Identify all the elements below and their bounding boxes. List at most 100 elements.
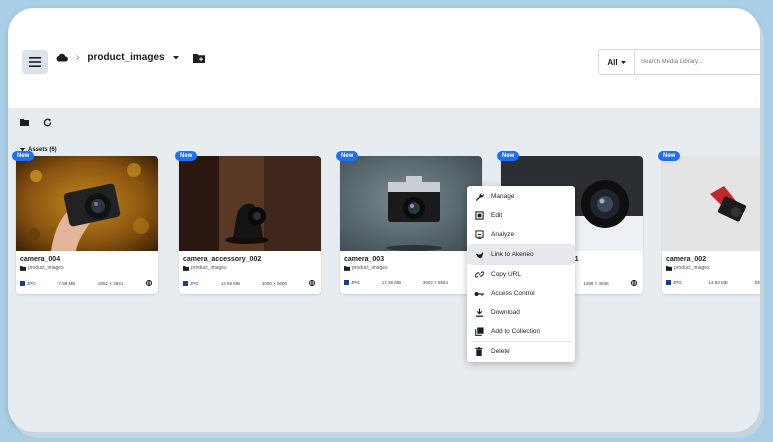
asset-folder-label: product_images xyxy=(674,265,710,271)
asset-thumbnail[interactable] xyxy=(16,156,158,251)
search-box: All xyxy=(598,49,760,75)
asset-meta: JPG 17.38 MB 3602 × 5554 xyxy=(344,280,476,285)
key-icon xyxy=(474,291,484,296)
asset-meta: JPG 14.93 MB 839 xyxy=(666,280,760,285)
menu-item-manage[interactable]: Manage xyxy=(467,187,575,206)
new-badge: New xyxy=(12,151,35,161)
menu-item-analyze[interactable]: Analyze xyxy=(467,225,575,244)
asset-folder-label: product_images xyxy=(28,265,64,271)
collection-icon xyxy=(474,327,484,336)
globe-icon[interactable] xyxy=(309,280,315,286)
menu-item-label: Analyze xyxy=(491,231,515,238)
asset-dimensions: 5051 × 3841 xyxy=(98,280,124,286)
asset-size: 14.88 MB xyxy=(220,280,240,286)
menu-item-label: Add to Collection xyxy=(491,328,541,335)
asset-format-label: JPG xyxy=(27,280,36,286)
folder-icon xyxy=(183,265,189,271)
wrench-icon xyxy=(475,193,484,201)
asset-size: 14.93 MB xyxy=(708,280,728,285)
image-file-icon xyxy=(20,280,25,286)
new-badge: New xyxy=(336,151,359,161)
caret-down-icon xyxy=(620,60,626,64)
asset-folder-label: product_images xyxy=(191,265,227,271)
chevron-right-icon: › xyxy=(76,52,80,63)
folder-icon xyxy=(20,265,26,271)
folder-icon xyxy=(666,265,672,271)
search-scope-dropdown[interactable]: All xyxy=(599,50,635,74)
asset-card-camera-004[interactable]: New camera_004 product_images JPG 7.98 M… xyxy=(12,151,158,294)
asset-card-camera-003[interactable]: New camera_003 product_images JPG 17.38 … xyxy=(336,151,482,294)
asset-context-menu: Manage Edit Analyze Link to Akeneo Copy … xyxy=(467,186,575,362)
menu-item-access-control[interactable]: Access Control xyxy=(467,284,575,303)
globe-icon[interactable] xyxy=(631,280,637,286)
asset-name: camera_004 xyxy=(20,256,61,263)
analyze-icon xyxy=(474,230,484,239)
menu-item-label: Download xyxy=(491,309,520,316)
asset-folder: product_images xyxy=(20,265,64,271)
asset-card-camera-accessory-002[interactable]: New camera_accessory_002 product_images … xyxy=(175,151,321,294)
cloud-icon[interactable] xyxy=(56,53,68,62)
asset-card-camera-002[interactable]: New camera_002 product_images JPG 14.93 … xyxy=(658,151,760,294)
search-scope-label: All xyxy=(607,57,618,67)
toolbar xyxy=(20,118,52,127)
asset-folder-label: product_images xyxy=(352,265,388,271)
caret-down-icon[interactable] xyxy=(172,55,179,60)
new-badge: New xyxy=(175,151,198,161)
add-folder-icon[interactable] xyxy=(192,53,205,63)
akeneo-icon xyxy=(475,251,483,259)
search-input[interactable] xyxy=(635,59,755,65)
image-file-icon xyxy=(344,280,349,285)
asset-format: JPG xyxy=(666,280,682,285)
new-badge: New xyxy=(497,151,520,161)
menu-item-add-to-collection[interactable]: Add to Collection xyxy=(467,322,575,341)
crop-icon xyxy=(474,211,484,220)
trash-icon xyxy=(475,347,483,356)
asset-format-label: JPG xyxy=(673,280,682,285)
breadcrumb: › product_images xyxy=(56,52,205,63)
download-icon xyxy=(475,308,483,317)
asset-format-label: JPG xyxy=(351,280,360,285)
asset-name: camera_002 xyxy=(666,256,707,263)
menu-item-link-to-akeneo[interactable]: Link to Akeneo xyxy=(467,245,575,264)
asset-folder: product_images xyxy=(666,265,710,271)
menu-item-label: Manage xyxy=(491,193,515,200)
asset-format: JPG xyxy=(344,280,360,285)
asset-format: JPG xyxy=(20,280,36,286)
top-bar: › product_images All xyxy=(8,8,760,108)
menu-item-label: Access Control xyxy=(491,290,535,297)
image-file-icon xyxy=(183,280,188,286)
asset-folder: product_images xyxy=(183,265,227,271)
refresh-icon[interactable] xyxy=(43,118,52,127)
asset-size: 7.98 MB xyxy=(58,280,76,286)
menu-item-copy-url[interactable]: Copy URL xyxy=(467,265,575,284)
menu-item-label: Delete xyxy=(491,348,510,355)
menu-item-edit[interactable]: Edit xyxy=(467,206,575,225)
app-window: › product_images All Search Media Librar… xyxy=(8,8,760,432)
menu-item-download[interactable]: Download xyxy=(467,303,575,322)
asset-folder: product_images xyxy=(344,265,388,271)
image-file-icon xyxy=(666,280,671,285)
menu-item-delete[interactable]: Delete xyxy=(467,342,575,361)
menu-item-label: Link to Akeneo xyxy=(491,251,534,258)
asset-meta: JPG 7.98 MB 5051 × 3841 xyxy=(20,280,152,286)
globe-icon[interactable] xyxy=(145,280,152,286)
folder-icon xyxy=(344,265,350,271)
asset-format-label: JPG xyxy=(190,280,199,286)
asset-thumbnail[interactable] xyxy=(179,156,321,251)
asset-dimensions: 1288 × 3848 xyxy=(583,280,609,286)
asset-name: camera_003 xyxy=(344,256,385,263)
menu-item-label: Copy URL xyxy=(491,271,521,278)
asset-meta: JPG 14.88 MB 4000 × 5000 xyxy=(183,280,315,286)
asset-dimensions: 839 xyxy=(754,280,760,285)
breadcrumb-folder[interactable]: product_images xyxy=(87,52,164,63)
folder-icon[interactable] xyxy=(20,119,29,126)
new-badge: New xyxy=(658,151,681,161)
asset-thumbnail[interactable] xyxy=(662,156,760,251)
asset-format: JPG xyxy=(183,280,199,286)
asset-size: 17.38 MB xyxy=(381,280,401,285)
asset-name: camera_accessory_002 xyxy=(183,256,262,263)
asset-thumbnail[interactable] xyxy=(340,156,482,251)
asset-dimensions: 4000 × 5000 xyxy=(261,280,288,286)
hamburger-icon xyxy=(29,57,41,67)
hamburger-menu-button[interactable] xyxy=(22,50,48,74)
